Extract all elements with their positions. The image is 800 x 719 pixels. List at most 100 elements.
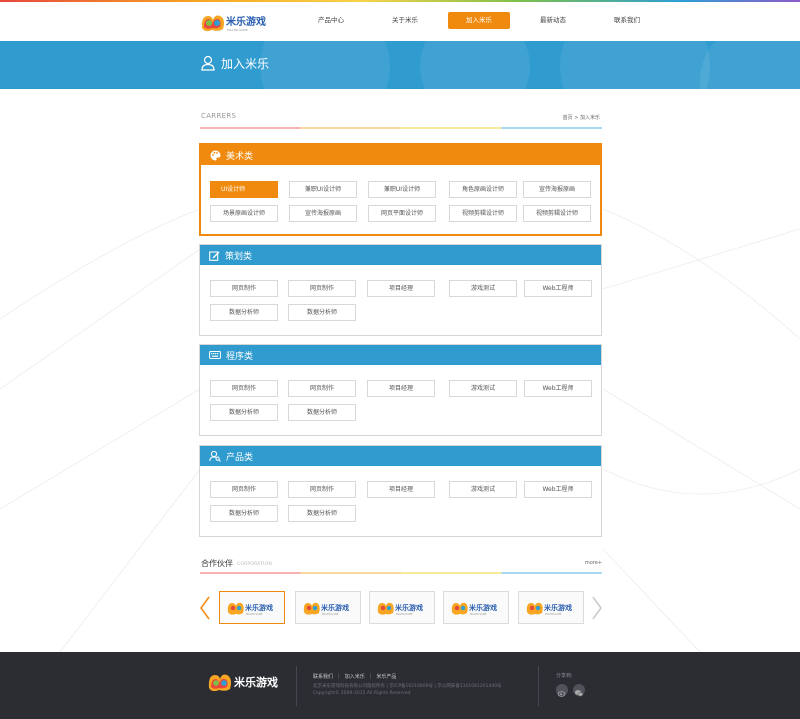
partner-logo-image: 米乐游戏 MILLER GAME (227, 602, 273, 616)
partner-logo[interactable]: 米乐游戏 MILLER GAME (443, 591, 509, 624)
banner-decor (700, 41, 800, 89)
job-item[interactable]: Web工程师 (524, 380, 592, 397)
partner-logo[interactable]: 米乐游戏 MILLER GAME (518, 591, 584, 624)
footer-link-separator: | (338, 673, 340, 679)
job-item[interactable]: 游戏测试 (449, 481, 517, 498)
chevron-right-icon[interactable] (591, 596, 603, 620)
job-item[interactable]: 数据分析师 (210, 304, 278, 321)
job-item[interactable]: 网页制作 (288, 481, 356, 498)
edit-icon (209, 250, 220, 261)
page-banner: 加入米乐 (0, 41, 800, 89)
partner-logo-image: 米乐游戏 MILLER GAME (303, 602, 349, 616)
category-header: 策划类 (200, 245, 601, 265)
job-item[interactable]: 项目经理 (367, 280, 435, 297)
category-title: 策划类 (225, 251, 253, 262)
footer-logo[interactable]: 米乐游戏 (208, 670, 286, 694)
weibo-icon[interactable] (556, 684, 568, 697)
nav-products[interactable]: 产品中心 (300, 12, 362, 29)
user-icon (201, 55, 215, 71)
footer-divider (538, 666, 539, 706)
breadcrumb[interactable]: 首页 > 加入米乐 (563, 114, 600, 121)
category-header: 产品类 (200, 446, 601, 466)
job-item[interactable]: 角色原画设计师 (449, 181, 517, 198)
job-item[interactable]: 网页制作 (210, 280, 278, 297)
share-label: 分享到: (556, 673, 573, 679)
job-item[interactable]: 项目经理 (367, 380, 435, 397)
job-item[interactable]: 数据分析师 (288, 304, 356, 321)
partner-logo-subtext: MILLER GAME (470, 613, 487, 616)
category-header: 程序类 (200, 345, 601, 365)
job-item[interactable]: 数据分析师 (210, 404, 278, 421)
partner-logo-text: 米乐游戏 (394, 603, 423, 612)
footer-copyright: 北京米乐游戏科技有限公司版权所有 | 京ICP备10210809号 | 京公网安… (313, 684, 502, 689)
footer-link-contact[interactable]: 联系我们 (313, 673, 333, 680)
footer-link-separator: | (369, 673, 372, 679)
job-item[interactable]: 兼职UI设计师 (289, 181, 357, 198)
job-item[interactable]: 网页制作 (288, 280, 356, 297)
partner-logo-subtext: MILLER GAME (545, 613, 562, 616)
footer-links: 联系我们 | 加入米乐 | 米乐产品 (313, 673, 396, 680)
footer: 米乐游戏 联系我们 | 加入米乐 | 米乐产品 北京米乐游戏科技有限公司版权所有… (0, 652, 800, 719)
job-item[interactable]: Web工程师 (524, 280, 592, 297)
job-item[interactable]: 网页制作 (210, 481, 278, 498)
user-search-icon (209, 450, 221, 462)
category-product: 产品类 网页制作 网页制作 项目经理 游戏测试 Web工程师 数据分析师 数据分… (199, 445, 602, 537)
job-item[interactable]: UI设计师 (210, 181, 278, 198)
section-divider (200, 127, 602, 129)
nav-join[interactable]: 加入米乐 (448, 12, 510, 29)
job-item[interactable]: 数据分析师 (288, 404, 356, 421)
job-item[interactable]: 宣传海报原画 (289, 205, 357, 222)
job-item[interactable]: 兼职UI设计师 (368, 181, 436, 198)
more-link[interactable]: more+ (585, 560, 602, 566)
category-title: 产品类 (226, 452, 254, 463)
partner-logo-subtext: MILLER GAME (396, 613, 413, 616)
page-title: 加入米乐 (221, 57, 270, 71)
job-item[interactable]: 项目经理 (367, 481, 435, 498)
partners-divider (200, 572, 602, 574)
partner-logo-image: 米乐游戏 MILLER GAME (451, 602, 497, 616)
partner-logo[interactable]: 米乐游戏 MILLER GAME (369, 591, 435, 624)
partners-title: 合作伙伴 (201, 559, 233, 568)
category-planning: 策划类 网页制作 网页制作 项目经理 游戏测试 Web工程师 数据分析师 数据分… (199, 244, 602, 336)
footer-rights: Copyright© 2009-2015 All Rights Reserved (313, 691, 411, 696)
nav-about[interactable]: 关于米乐 (374, 12, 436, 29)
job-item[interactable]: 视频剪辑设计师 (523, 205, 591, 222)
wechat-icon[interactable] (573, 684, 585, 697)
partner-logo-image: 米乐游戏 MILLER GAME (377, 602, 423, 616)
footer-logo-text: 米乐游戏 (233, 675, 278, 689)
keyboard-icon (209, 351, 221, 359)
job-item[interactable]: 网页平面设计师 (368, 205, 436, 222)
banner-decor (260, 41, 390, 89)
job-item[interactable]: 数据分析师 (210, 505, 278, 522)
job-item[interactable]: 宣传海报原画 (523, 181, 591, 198)
job-item[interactable]: Web工程师 (524, 481, 592, 498)
partner-logo[interactable]: 米乐游戏 MILLER GAME (219, 591, 285, 624)
job-item[interactable]: 数据分析师 (288, 505, 356, 522)
job-item[interactable]: 网页制作 (288, 380, 356, 397)
job-item[interactable]: 视频剪辑设计师 (449, 205, 517, 222)
nav-news[interactable]: 最新动态 (522, 12, 584, 29)
footer-link-join[interactable]: 加入米乐 (345, 673, 365, 680)
main-nav: 产品中心 关于米乐 加入米乐 最新动态 联系我们 (300, 12, 670, 32)
partner-logo-text: 米乐游戏 (244, 603, 273, 612)
job-item[interactable]: 游戏测试 (449, 380, 517, 397)
partner-logo[interactable]: 米乐游戏 MILLER GAME (295, 591, 361, 624)
banner-decor (420, 41, 530, 89)
job-item[interactable]: 场景原画设计师 (210, 205, 278, 222)
category-art: 美术类 UI设计师 兼职UI设计师 兼职UI设计师 角色原画设计师 宣传海报原画… (199, 143, 602, 236)
footer-link-products[interactable]: 米乐产品 (376, 673, 396, 680)
nav-contact[interactable]: 联系我们 (596, 12, 658, 29)
palette-icon (210, 150, 221, 160)
miller-logo[interactable]: 米乐游戏 MILLER GAME (200, 10, 272, 34)
partner-logo-subtext: MILLER GAME (246, 613, 263, 616)
job-item[interactable]: 网页制作 (210, 380, 278, 397)
footer-divider (296, 666, 297, 706)
banner-decor (560, 41, 710, 89)
header: 米乐游戏 MILLER GAME 产品中心 关于米乐 加入米乐 最新动态 联系我… (0, 2, 800, 41)
chevron-left-icon[interactable] (199, 596, 211, 620)
category-title: 程序类 (226, 351, 254, 362)
category-programming: 程序类 网页制作 网页制作 项目经理 游戏测试 Web工程师 数据分析师 数据分… (199, 344, 602, 436)
logo-text: 米乐游戏 (226, 15, 266, 28)
job-item[interactable]: 游戏测试 (449, 280, 517, 297)
category-header: 美术类 (201, 145, 600, 165)
